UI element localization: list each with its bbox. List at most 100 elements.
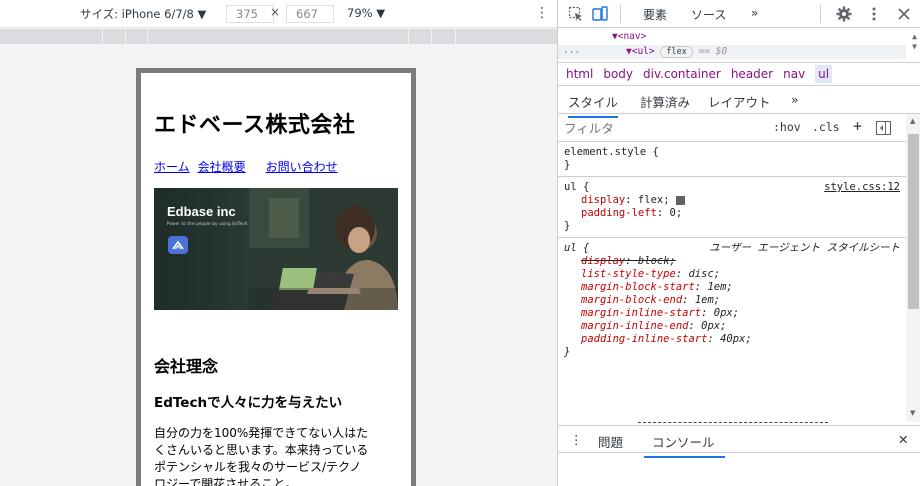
style-rule-element[interactable]: element.style { } bbox=[558, 142, 906, 177]
property-name: margin-block-start bbox=[581, 281, 695, 293]
tab-elements[interactable]: 要素 bbox=[643, 6, 668, 30]
property-name: margin-inline-end bbox=[581, 320, 689, 332]
section-body-text: 自分の力を100%発揮できてない人はたくさんいると思います。本来持っているポテン… bbox=[154, 426, 369, 486]
declaration-margin-block-start: margin-block-start: 1em; bbox=[581, 281, 733, 293]
site-nav: ホーム 会社概要 お問い合わせ bbox=[154, 158, 338, 175]
declaration-margin-inline-end: margin-inline-end: 0px; bbox=[581, 320, 727, 332]
dom-node-ul-selected[interactable]: ... ▼<ul> flex == $0 bbox=[558, 45, 906, 59]
height-input[interactable]: 667 bbox=[286, 5, 334, 23]
filter-input[interactable] bbox=[564, 119, 762, 137]
tab-layout[interactable]: レイアウト bbox=[708, 92, 771, 111]
close-drawer-icon[interactable]: ✕ bbox=[898, 432, 908, 447]
breadcrumb-header[interactable]: header bbox=[731, 67, 773, 81]
section-heading: 会社理念 bbox=[154, 357, 219, 376]
property-value: 40px; bbox=[720, 333, 752, 345]
rule-source-user-agent: ユーザー エージェント スタイルシート bbox=[709, 242, 900, 254]
property-value: block; bbox=[637, 255, 676, 267]
toolbar-divider bbox=[620, 5, 621, 23]
breadcrumb-nav[interactable]: nav bbox=[783, 67, 805, 81]
device-toolbar-toggle-icon[interactable] bbox=[592, 6, 608, 22]
dom-node-ul: ▼<ul> flex == $0 bbox=[626, 46, 727, 58]
property-value: 1em; bbox=[707, 281, 733, 293]
tab-computed[interactable]: 計算済み bbox=[640, 92, 690, 111]
property-value: flex; bbox=[637, 194, 670, 206]
declaration-display-overridden: display: block; bbox=[581, 255, 676, 267]
more-options-icon[interactable]: ⋮ bbox=[535, 5, 549, 21]
scroll-up-arrow-icon[interactable]: ▲ bbox=[910, 117, 915, 125]
devtools-drawer-tabs: ⋮ 問題 コンソール ✕ bbox=[558, 422, 920, 458]
tab-sources[interactable]: ソース bbox=[691, 6, 726, 23]
property-value: 1em; bbox=[694, 294, 721, 306]
brand-logo-icon bbox=[168, 236, 188, 254]
page-title: エドベース株式会社 bbox=[154, 113, 356, 138]
declaration-padding-inline-start: padding-inline-start: 40px; bbox=[581, 333, 752, 345]
new-style-rule-plus-icon[interactable]: + bbox=[853, 117, 862, 135]
property-value: disc; bbox=[688, 268, 721, 280]
devtools-main-tabs: 要素 ソース » bbox=[558, 0, 920, 30]
media-query-marker bbox=[102, 29, 103, 44]
emulated-viewport[interactable]: エドベース株式会社 ホーム 会社概要 お問い合わせ Edbase inc Pow… bbox=[141, 73, 411, 486]
breadcrumb: html body div.container header nav ul bbox=[558, 62, 920, 86]
property-value: 0px; bbox=[713, 307, 740, 319]
rule-source-link[interactable]: style.css:12 bbox=[824, 181, 900, 194]
inspect-element-icon[interactable] bbox=[568, 6, 584, 22]
drawer-resize-handle[interactable] bbox=[638, 422, 828, 423]
styles-pane: element.style { } ul { style.css:12 disp… bbox=[558, 142, 906, 422]
dom-node-nav[interactable]: ▼<nav> bbox=[612, 31, 646, 42]
declaration-list-style-type: list-style-type: disc; bbox=[581, 268, 721, 280]
emulation-canvas: エドベース株式会社 ホーム 会社概要 お問い合わせ Edbase inc Pow… bbox=[0, 44, 557, 486]
dom-ellipsis[interactable]: ... bbox=[563, 45, 580, 56]
toolbar-divider bbox=[820, 5, 821, 23]
breadcrumb-body[interactable]: body bbox=[603, 67, 633, 81]
devtools-panel: 要素 ソース » ▼<nav> ... ▼<ul> flex == $0 ▲ ▼ … bbox=[557, 0, 920, 486]
width-input[interactable]: 375 bbox=[226, 5, 274, 23]
flexbox-editor-icon[interactable] bbox=[675, 195, 685, 205]
rule-selector: element.style { bbox=[564, 146, 659, 158]
section-subheading: EdTechで人々に力を与えたい bbox=[154, 395, 343, 411]
tab-issues[interactable]: 問題 bbox=[598, 432, 623, 451]
flex-badge[interactable]: flex bbox=[660, 46, 693, 58]
property-value: 0px; bbox=[701, 320, 727, 332]
device-emulation-pane: サイズ: iPhone 6/7/8 ▼ 375 × 667 79% ▼ ⋮ エド… bbox=[0, 0, 557, 486]
device-select[interactable]: サイズ: iPhone 6/7/8 ▼ bbox=[80, 6, 206, 22]
class-toggle[interactable]: .cls bbox=[812, 120, 840, 134]
styles-scrollbar[interactable]: ▲ ▼ bbox=[906, 114, 920, 422]
media-query-marker bbox=[408, 29, 409, 44]
rule-close: } bbox=[564, 220, 571, 232]
declaration-display[interactable]: display: flex; bbox=[564, 194, 900, 207]
breadcrumb-html[interactable]: html bbox=[566, 67, 593, 81]
style-rule-ul-author[interactable]: ul { style.css:12 display: flex; padding… bbox=[558, 177, 906, 238]
media-query-marker bbox=[147, 29, 148, 44]
settings-gear-icon[interactable] bbox=[836, 6, 852, 22]
nav-link-home[interactable]: ホーム bbox=[154, 158, 190, 175]
close-devtools-icon[interactable] bbox=[896, 6, 912, 22]
more-subtabs-chevron-icon[interactable]: » bbox=[791, 92, 799, 107]
property-name: display bbox=[581, 194, 626, 206]
dom-scroll-arrows-icon[interactable]: ▲ ▼ bbox=[912, 32, 917, 52]
style-rule-ul-user-agent[interactable]: ul { ユーザー エージェント スタイルシート display: block;… bbox=[558, 238, 906, 363]
breadcrumb-ul[interactable]: ul bbox=[815, 65, 833, 83]
toggle-sidebar-icon[interactable] bbox=[876, 121, 891, 135]
media-query-marker bbox=[455, 29, 456, 44]
drawer-menu-icon[interactable]: ⋮ bbox=[570, 432, 583, 447]
dom-ul-tag: ▼<ul> bbox=[626, 46, 655, 57]
tab-console[interactable]: コンソール bbox=[644, 432, 725, 458]
dimension-separator: × bbox=[270, 5, 281, 19]
nav-link-about[interactable]: 会社概要 bbox=[198, 158, 246, 175]
styles-filter-bar: :hov .cls + bbox=[558, 114, 906, 142]
more-tabs-chevron-icon[interactable]: » bbox=[751, 6, 758, 20]
nav-link-contact[interactable]: お問い合わせ bbox=[266, 158, 338, 175]
hero-tagline: Power to the people by using EdTech bbox=[167, 221, 248, 226]
declaration-padding-left[interactable]: padding-left: 0; bbox=[564, 207, 900, 220]
rule-close: } bbox=[564, 159, 571, 171]
device-toolbar: サイズ: iPhone 6/7/8 ▼ 375 × 667 79% ▼ ⋮ bbox=[0, 0, 557, 28]
rule-close: } bbox=[564, 346, 571, 358]
zoom-select[interactable]: 79% ▼ bbox=[347, 6, 385, 20]
media-query-marker bbox=[125, 29, 126, 44]
breadcrumb-div-container[interactable]: div.container bbox=[643, 67, 721, 81]
scroll-down-arrow-icon[interactable]: ▼ bbox=[910, 409, 915, 417]
hover-state-toggle[interactable]: :hov bbox=[773, 120, 801, 134]
customize-menu-icon[interactable] bbox=[866, 6, 882, 22]
scrollbar-thumb[interactable] bbox=[908, 134, 919, 309]
media-query-bar[interactable] bbox=[0, 29, 557, 44]
